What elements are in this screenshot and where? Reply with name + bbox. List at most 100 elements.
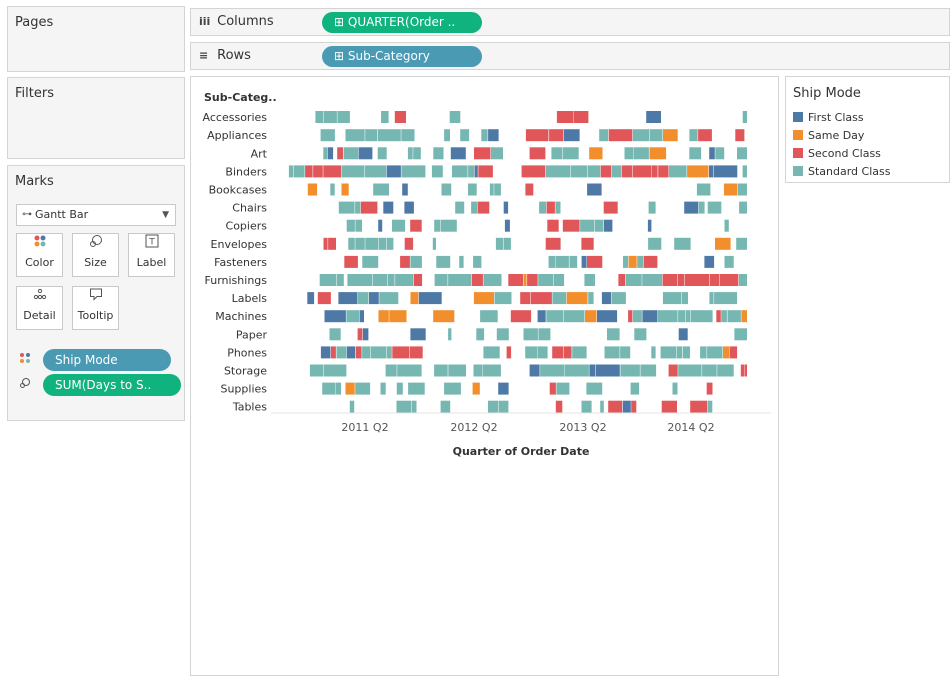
gantt-bar[interactable] bbox=[573, 111, 589, 123]
gantt-bar[interactable] bbox=[709, 165, 714, 178]
gantt-bar[interactable] bbox=[323, 111, 337, 123]
ship-mode-pill[interactable]: Ship Mode bbox=[43, 349, 171, 371]
gantt-bar[interactable] bbox=[548, 255, 555, 268]
gantt-bar[interactable] bbox=[473, 255, 482, 268]
gantt-bar[interactable] bbox=[668, 364, 678, 377]
gantt-bar[interactable] bbox=[386, 346, 392, 359]
gantt-bar[interactable] bbox=[408, 382, 425, 395]
gantt-bar[interactable] bbox=[360, 201, 378, 214]
tooltip-button[interactable]: Tooltip bbox=[72, 286, 119, 330]
gantt-bar[interactable] bbox=[611, 292, 626, 305]
gantt-bar[interactable] bbox=[580, 219, 594, 232]
gantt-bar[interactable] bbox=[702, 364, 717, 377]
gantt-bar[interactable] bbox=[715, 147, 725, 160]
gantt-bar[interactable] bbox=[622, 400, 631, 413]
gantt-bar[interactable] bbox=[700, 346, 707, 359]
gantt-bar[interactable] bbox=[734, 328, 747, 341]
gantt-bar[interactable] bbox=[724, 183, 738, 196]
gantt-bar[interactable] bbox=[682, 346, 690, 359]
gantt-bar[interactable] bbox=[551, 147, 563, 160]
gantt-bar[interactable] bbox=[494, 183, 501, 196]
gantt-bar[interactable] bbox=[496, 328, 509, 341]
gantt-bar[interactable] bbox=[472, 382, 480, 395]
gantt-bar[interactable] bbox=[523, 274, 527, 286]
gantt-bar[interactable] bbox=[307, 183, 318, 196]
gantt-bar[interactable] bbox=[729, 346, 738, 359]
gantt-bar[interactable] bbox=[527, 274, 538, 286]
gantt-bar[interactable] bbox=[323, 165, 342, 178]
gantt-bar[interactable] bbox=[365, 129, 378, 142]
gantt-bar[interactable] bbox=[434, 364, 448, 377]
gantt-bar[interactable] bbox=[585, 310, 597, 323]
gantt-bar[interactable] bbox=[538, 274, 554, 286]
gantt-bar[interactable] bbox=[341, 165, 364, 178]
gantt-bar[interactable] bbox=[397, 364, 422, 377]
gantt-bar[interactable] bbox=[489, 183, 494, 196]
gantt-bar[interactable] bbox=[323, 237, 328, 250]
gantt-bar[interactable] bbox=[482, 364, 501, 377]
gantt-bar[interactable] bbox=[385, 364, 397, 377]
gantt-bar[interactable] bbox=[320, 129, 335, 142]
gantt-bar[interactable] bbox=[545, 165, 570, 178]
gantt-bar[interactable] bbox=[346, 219, 355, 232]
gantt-bar[interactable] bbox=[315, 111, 324, 123]
gantt-bar[interactable] bbox=[556, 382, 570, 395]
gantt-bar[interactable] bbox=[474, 147, 491, 160]
gantt-bar[interactable] bbox=[330, 346, 336, 359]
gantt-bar[interactable] bbox=[338, 201, 355, 214]
gantt-bar[interactable] bbox=[648, 201, 656, 214]
gantt-bar[interactable] bbox=[357, 328, 363, 341]
gantt-bar[interactable] bbox=[584, 274, 595, 286]
gantt-bar[interactable] bbox=[348, 237, 355, 250]
gantt-bar[interactable] bbox=[723, 346, 729, 359]
gantt-bar[interactable] bbox=[687, 165, 709, 178]
gantt-bar[interactable] bbox=[362, 328, 369, 341]
gantt-bar[interactable] bbox=[570, 165, 588, 178]
gantt-bar[interactable] bbox=[594, 219, 604, 232]
gantt-bar[interactable] bbox=[394, 111, 406, 123]
gantt-bar[interactable] bbox=[740, 364, 745, 377]
gantt-bar[interactable] bbox=[563, 346, 572, 359]
gantt-bar[interactable] bbox=[545, 237, 561, 250]
gantt-bar[interactable] bbox=[392, 219, 406, 232]
gantt-bar[interactable] bbox=[355, 219, 362, 232]
gantt-bar[interactable] bbox=[676, 346, 682, 359]
gantt-bar[interactable] bbox=[690, 400, 708, 413]
gantt-bar[interactable] bbox=[637, 255, 644, 268]
gantt-bar[interactable] bbox=[355, 346, 362, 359]
label-button[interactable]: T Label bbox=[128, 233, 175, 277]
gantt-bar[interactable] bbox=[727, 310, 741, 323]
sum-days-to-ship-pill[interactable]: SUM(Days to S.. bbox=[43, 374, 181, 396]
gantt-bar[interactable] bbox=[674, 237, 691, 250]
gantt-bar[interactable] bbox=[344, 255, 358, 268]
gantt-bar[interactable] bbox=[744, 364, 747, 377]
gantt-bar[interactable] bbox=[378, 219, 383, 232]
gantt-bar[interactable] bbox=[433, 147, 444, 160]
gantt-bar[interactable] bbox=[623, 255, 629, 268]
gantt-bar[interactable] bbox=[663, 129, 678, 142]
gantt-bar[interactable] bbox=[523, 328, 538, 341]
gantt-bar[interactable] bbox=[595, 364, 620, 377]
columns-shelf[interactable]: iii Columns ⊞ QUARTER(Order .. bbox=[190, 8, 950, 36]
gantt-bar[interactable] bbox=[651, 165, 658, 178]
gantt-bar[interactable] bbox=[678, 328, 688, 341]
gantt-bar[interactable] bbox=[473, 364, 483, 377]
gantt-bar[interactable] bbox=[433, 310, 455, 323]
gantt-bar[interactable] bbox=[739, 201, 747, 214]
gantt-bar[interactable] bbox=[378, 237, 387, 250]
legend-item-same-day[interactable]: Same Day bbox=[793, 129, 864, 143]
gantt-bar[interactable] bbox=[603, 201, 618, 214]
gantt-bar[interactable] bbox=[604, 219, 613, 232]
gantt-bar[interactable] bbox=[362, 346, 371, 359]
gantt-bar[interactable] bbox=[436, 255, 451, 268]
gantt-bar[interactable] bbox=[685, 274, 709, 286]
gantt-bar[interactable] bbox=[698, 201, 705, 214]
gantt-bar[interactable] bbox=[678, 310, 686, 323]
gantt-bar[interactable] bbox=[410, 219, 422, 232]
gantt-bar[interactable] bbox=[735, 129, 745, 142]
gantt-bar[interactable] bbox=[715, 237, 731, 250]
gantt-bar[interactable] bbox=[358, 147, 373, 160]
gantt-bar[interactable] bbox=[649, 147, 667, 160]
gantt-bar[interactable] bbox=[440, 219, 457, 232]
gantt-bar[interactable] bbox=[633, 147, 649, 160]
